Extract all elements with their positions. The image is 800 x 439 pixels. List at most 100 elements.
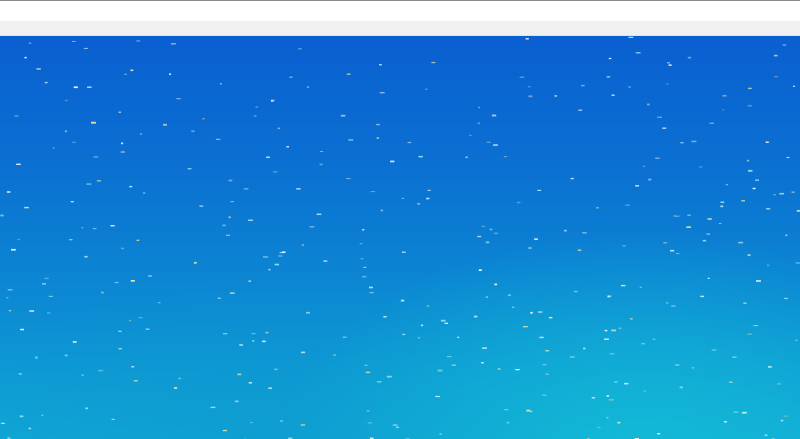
wallpaper-speck bbox=[508, 294, 511, 296]
wallpaper-speck bbox=[427, 189, 431, 191]
wallpaper-speck bbox=[24, 56, 27, 59]
wallpaper-speck bbox=[255, 106, 259, 108]
wallpaper-speck bbox=[120, 151, 125, 153]
wallpaper-speck bbox=[320, 151, 324, 152]
wallpaper-speck bbox=[251, 332, 256, 335]
wallpaper-speck bbox=[439, 433, 442, 435]
wallpaper-speck bbox=[64, 130, 67, 133]
wallpaper-speck bbox=[748, 169, 753, 172]
wallpaper-speck bbox=[316, 213, 322, 215]
wallpaper-speck bbox=[91, 121, 96, 124]
status-strip bbox=[0, 21, 800, 36]
wallpaper-speck bbox=[252, 340, 255, 342]
wallpaper-speck bbox=[271, 100, 274, 102]
wallpaper-speck bbox=[145, 328, 150, 330]
wallpaper-speck bbox=[724, 421, 727, 423]
wallpaper-speck bbox=[395, 426, 400, 429]
wallpaper-speck bbox=[725, 184, 729, 186]
wallpaper-speck bbox=[379, 92, 385, 94]
top-bar bbox=[0, 0, 800, 21]
wallpaper-speck bbox=[582, 232, 587, 234]
wallpaper-speck bbox=[608, 57, 612, 60]
wallpaper-speck bbox=[469, 134, 472, 136]
wallpaper-speck bbox=[52, 147, 55, 149]
wallpaper-speck bbox=[766, 264, 770, 267]
wallpaper-speck bbox=[539, 336, 544, 339]
wallpaper-speck bbox=[20, 328, 24, 331]
wallpaper-speck bbox=[779, 192, 784, 195]
wallpaper-speck bbox=[72, 341, 77, 343]
wallpaper-speck bbox=[44, 81, 48, 84]
wallpaper-speck bbox=[96, 180, 101, 182]
wallpaper-speck bbox=[604, 338, 609, 340]
wallpaper-speck bbox=[359, 242, 363, 245]
wallpaper-speck bbox=[570, 177, 574, 180]
wallpaper-speck bbox=[301, 351, 306, 354]
wallpaper-speck bbox=[607, 295, 610, 298]
wallpaper-speck bbox=[545, 373, 549, 375]
wallpaper-speck bbox=[273, 171, 278, 173]
wallpaper-speck bbox=[24, 206, 29, 209]
wallpaper-speck bbox=[668, 64, 672, 66]
wallpaper-speck bbox=[691, 367, 695, 369]
wallpaper-speck bbox=[748, 87, 752, 90]
wallpaper-speck bbox=[699, 166, 703, 168]
wallpaper-speck bbox=[491, 114, 497, 117]
wallpaper-speck bbox=[700, 295, 705, 298]
wallpaper-speck bbox=[657, 116, 662, 118]
wallpaper-speck bbox=[85, 407, 88, 410]
wallpaper-speck bbox=[268, 387, 273, 389]
wallpaper-speck bbox=[635, 185, 639, 187]
wallpaper-speck bbox=[81, 374, 84, 376]
wallpaper-speck bbox=[73, 86, 78, 89]
wallpaper-speck bbox=[782, 44, 787, 46]
wallpaper-speck bbox=[44, 277, 49, 280]
wallpaper-speck bbox=[554, 95, 558, 97]
wallpaper-speck bbox=[604, 329, 608, 332]
wallpaper-speck bbox=[652, 338, 656, 340]
wallpaper-speck bbox=[386, 375, 392, 378]
wallpaper-speck bbox=[720, 205, 724, 208]
wallpaper-speck bbox=[86, 183, 92, 185]
wallpaper-speck bbox=[19, 415, 24, 418]
wallpaper-speck bbox=[620, 284, 626, 287]
wallpaper-speck bbox=[786, 156, 790, 159]
wallpaper-speck bbox=[173, 387, 178, 389]
wallpaper-speck bbox=[477, 122, 480, 125]
wallpaper-speck bbox=[111, 418, 115, 420]
wallpaper-speck bbox=[28, 42, 32, 44]
wallpaper-speck bbox=[529, 410, 533, 413]
wallpaper-speck bbox=[530, 311, 533, 314]
wallpaper-speck bbox=[780, 419, 784, 422]
wallpaper-speck bbox=[457, 336, 460, 338]
wallpaper-speck bbox=[309, 226, 315, 228]
wallpaper-speck bbox=[512, 306, 515, 308]
wallpaper-speck bbox=[376, 137, 380, 139]
wallpaper-speck bbox=[493, 144, 498, 146]
wallpaper-specks bbox=[0, 36, 800, 439]
wallpaper-speck bbox=[628, 86, 631, 88]
wallpaper-speck bbox=[139, 133, 143, 135]
wallpaper-speck bbox=[346, 73, 351, 75]
wallpaper-speck bbox=[69, 239, 73, 241]
wallpaper-speck bbox=[402, 333, 406, 336]
wallpaper-speck bbox=[81, 227, 84, 229]
wallpaper-speck bbox=[319, 163, 323, 166]
wallpaper-speck bbox=[765, 141, 769, 143]
wallpaper-speck bbox=[581, 84, 585, 87]
wallpaper-speck bbox=[29, 310, 35, 312]
wallpaper-speck bbox=[72, 141, 77, 143]
wallpaper-speck bbox=[707, 218, 712, 220]
wallpaper-speck bbox=[210, 406, 216, 409]
wallpaper-speck bbox=[0, 214, 4, 217]
wallpaper-speck bbox=[364, 364, 368, 366]
wallpaper-speck bbox=[667, 62, 670, 64]
wallpaper-speck bbox=[297, 48, 302, 50]
wallpaper-speck bbox=[720, 201, 725, 203]
wallpaper-speck bbox=[709, 122, 714, 124]
wallpaper-speck bbox=[680, 142, 684, 144]
wallpaper-speck bbox=[301, 244, 304, 246]
wallpaper-speck bbox=[528, 247, 532, 249]
wallpaper-speck bbox=[18, 373, 22, 375]
wallpaper-speck bbox=[784, 415, 788, 417]
